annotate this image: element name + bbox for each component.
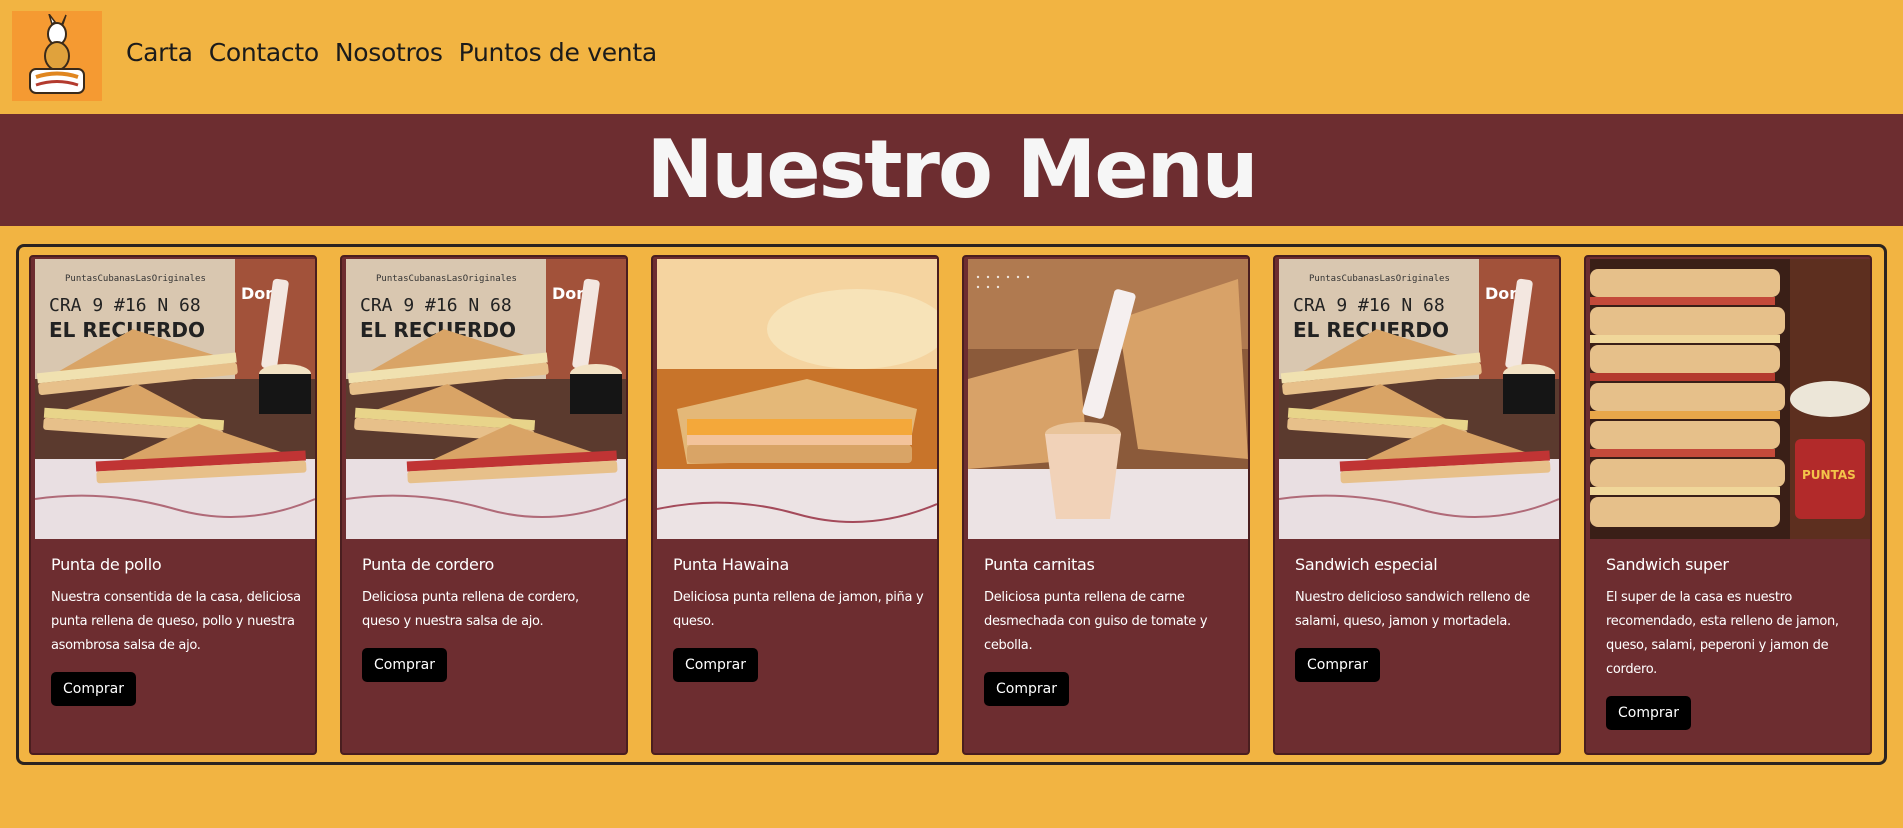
product-description: Deliciosa punta rellena de carne desmech… bbox=[984, 590, 1208, 653]
product-description: El super de la casa es nuestro recomenda… bbox=[1606, 590, 1839, 677]
svg-text:CRA 9 #16 N 68: CRA 9 #16 N 68 bbox=[1293, 295, 1445, 316]
product-photo: PuntasCubanasLasOriginales CRA 9 #16 N 6… bbox=[346, 259, 626, 539]
product-photo: PUNTAS bbox=[1590, 259, 1870, 539]
menu-banner: Nuestro Menu bbox=[0, 114, 1903, 226]
buy-button[interactable]: Comprar bbox=[1295, 648, 1380, 682]
product-description: Nuestra consentida de la casa, deliciosa… bbox=[51, 590, 301, 653]
top-navigation-bar: Carta Contacto Nosotros Puntos de venta bbox=[0, 0, 1903, 114]
product-name: Punta de pollo bbox=[51, 555, 162, 574]
main-nav: Carta Contacto Nosotros Puntos de venta bbox=[126, 38, 657, 67]
menu-card: Punta Hawaina Deliciosa punta rellena de… bbox=[651, 255, 939, 755]
product-photo: PuntasCubanasLasOriginales CRA 9 #16 N 6… bbox=[1279, 259, 1559, 539]
buy-button[interactable]: Comprar bbox=[673, 648, 758, 682]
product-description: Nuestro delicioso sandwich relleno de sa… bbox=[1295, 590, 1530, 629]
product-photo bbox=[657, 259, 937, 539]
product-name: Sandwich super bbox=[1606, 555, 1729, 574]
menu-card: PuntasCubanasLasOriginales CRA 9 #16 N 6… bbox=[1273, 255, 1561, 755]
brand-logo[interactable] bbox=[12, 11, 102, 101]
rabbit-mascot-icon bbox=[29, 14, 85, 94]
svg-text:PUNTAS: PUNTAS bbox=[1802, 468, 1856, 482]
svg-text:CRA 9 #16 N 68: CRA 9 #16 N 68 bbox=[360, 295, 512, 316]
menu-card: PuntasCubanasLasOriginales CRA 9 #16 N 6… bbox=[340, 255, 628, 755]
buy-button[interactable]: Comprar bbox=[51, 672, 136, 706]
product-photo bbox=[968, 259, 1248, 539]
nav-link-puntos-de-venta[interactable]: Puntos de venta bbox=[459, 38, 658, 67]
buy-button[interactable]: Comprar bbox=[1606, 696, 1691, 730]
product-name: Sandwich especial bbox=[1295, 555, 1438, 574]
product-description: Deliciosa punta rellena de cordero, ques… bbox=[362, 590, 579, 629]
product-name: Punta Hawaina bbox=[673, 555, 790, 574]
svg-text:PuntasCubanasLasOriginales: PuntasCubanasLasOriginales bbox=[1309, 274, 1450, 284]
nav-link-contacto[interactable]: Contacto bbox=[209, 38, 319, 67]
product-photo: PuntasCubanasLasOriginales CRA 9 #16 N 6… bbox=[35, 259, 315, 539]
product-name: Punta carnitas bbox=[984, 555, 1095, 574]
buy-button[interactable]: Comprar bbox=[984, 672, 1069, 706]
menu-card: PuntasCubanasLasOriginales CRA 9 #16 N 6… bbox=[29, 255, 317, 755]
svg-text:CRA 9 #16 N 68: CRA 9 #16 N 68 bbox=[49, 295, 201, 316]
svg-text:PuntasCubanasLasOriginales: PuntasCubanasLasOriginales bbox=[65, 274, 206, 284]
buy-button[interactable]: Comprar bbox=[362, 648, 447, 682]
nav-link-carta[interactable]: Carta bbox=[126, 38, 193, 67]
page-title: Nuestro Menu bbox=[646, 123, 1258, 216]
svg-text:PuntasCubanasLasOriginales: PuntasCubanasLasOriginales bbox=[376, 274, 517, 284]
product-name: Punta de cordero bbox=[362, 555, 494, 574]
product-description: Deliciosa punta rellena de jamon, piña y… bbox=[673, 590, 924, 629]
menu-card: Punta carnitas Deliciosa punta rellena d… bbox=[962, 255, 1250, 755]
menu-card: PUNTAS Sandwich super El super de la cas… bbox=[1584, 255, 1872, 755]
nav-link-nosotros[interactable]: Nosotros bbox=[335, 38, 443, 67]
